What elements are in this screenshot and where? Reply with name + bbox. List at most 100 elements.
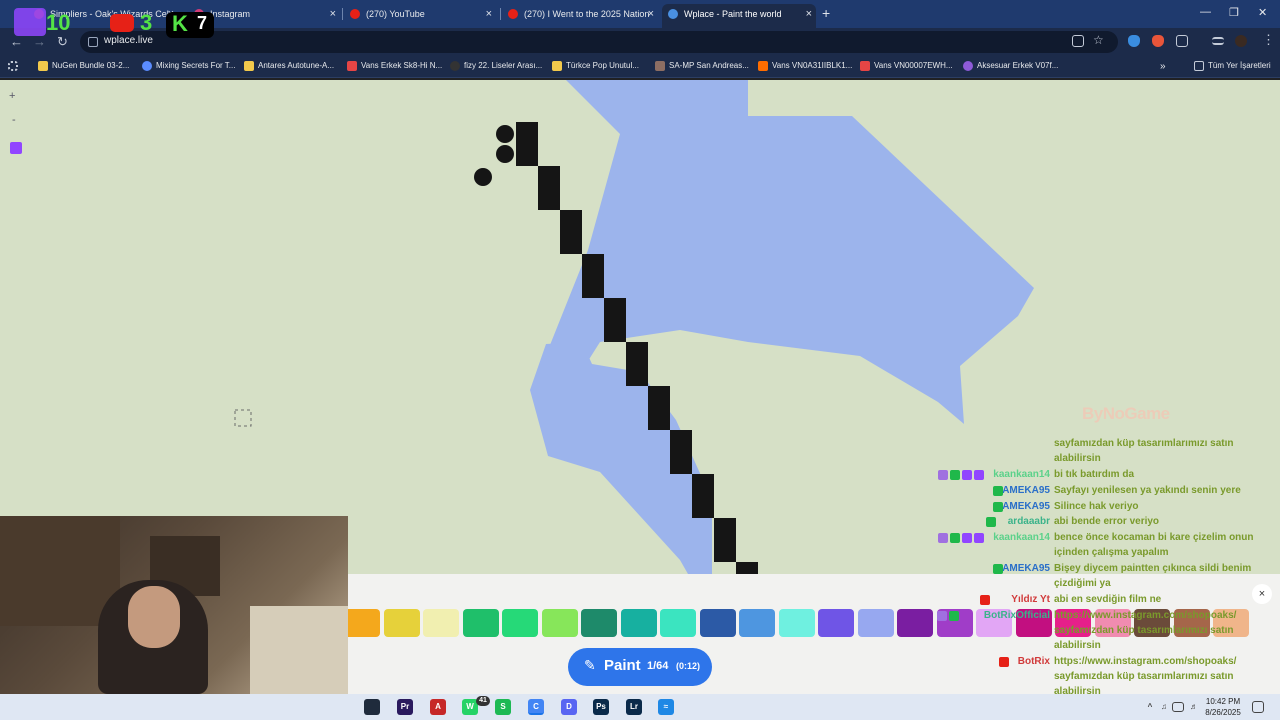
color-swatch[interactable] bbox=[620, 609, 657, 637]
forward-icon[interactable]: → bbox=[33, 34, 46, 49]
chat-username: Yıldız Yt bbox=[1011, 594, 1050, 605]
taskbar-app-icon[interactable]: Lr bbox=[626, 699, 642, 715]
brush-icon: ✎ bbox=[584, 657, 596, 673]
paint-label: Paint bbox=[604, 657, 641, 674]
bookmark-favicon-icon bbox=[655, 61, 665, 71]
bookmark-favicon-icon bbox=[142, 61, 152, 71]
twitch-icon[interactable] bbox=[10, 142, 22, 154]
all-bookmarks[interactable]: Tüm Yer İşaretleri bbox=[1194, 61, 1271, 71]
color-swatch[interactable] bbox=[581, 609, 617, 637]
bookmark-favicon-icon bbox=[552, 61, 562, 71]
chat-text: sayfamızdan küp tasarımlarımızı satın al… bbox=[1054, 438, 1234, 464]
chat-badge-icon bbox=[962, 470, 972, 480]
tab-favicon-icon bbox=[668, 9, 678, 19]
install-app-icon[interactable] bbox=[1072, 35, 1084, 47]
extensions-icon[interactable] bbox=[1176, 35, 1188, 47]
kick-viewer-count: 7 bbox=[197, 13, 208, 33]
apps-grid-icon[interactable] bbox=[8, 61, 18, 71]
clock-date: 8/26/2025 bbox=[1205, 708, 1241, 717]
tab-wplace[interactable]: Wplace - Paint the world × bbox=[662, 4, 816, 28]
bookmark-item[interactable]: Aksesuar Erkek V07f... bbox=[963, 61, 1059, 71]
taskbar: Pr A W S C D Ps Lr ≈ 41 ^ ♫ ♬ 10:42 PM 8/26/2025 bbox=[0, 694, 1280, 720]
color-swatch[interactable] bbox=[660, 609, 696, 637]
back-icon[interactable]: ← bbox=[10, 34, 23, 49]
color-swatch[interactable] bbox=[739, 609, 775, 637]
bookmark-item[interactable]: Vans Erkek Sk8-Hi N... bbox=[347, 61, 442, 71]
color-swatch[interactable] bbox=[344, 609, 380, 637]
chat-username: ardaaabr bbox=[1007, 516, 1050, 527]
task-view-icon[interactable] bbox=[364, 699, 380, 715]
chat-username: AMEKA95 bbox=[1002, 485, 1050, 496]
table bbox=[250, 606, 348, 694]
tab-close-icon[interactable]: × bbox=[648, 4, 654, 24]
tab-youtube-video[interactable]: (270) I Went to the 2025 Nation × bbox=[502, 4, 658, 28]
tab-favicon-icon bbox=[508, 9, 518, 19]
mic-icon[interactable]: ♫ bbox=[1156, 699, 1172, 715]
bookmark-item[interactable]: Vans VN00007EWH... bbox=[860, 61, 953, 71]
taskbar-app-icon[interactable]: Pr bbox=[397, 699, 413, 715]
window-close-icon[interactable]: ✕ bbox=[1258, 6, 1267, 19]
menu-dots-icon[interactable]: ⋮ bbox=[1262, 32, 1275, 48]
taskbar-app-icon[interactable]: Ps bbox=[593, 699, 609, 715]
bookmarks-overflow-icon[interactable]: » bbox=[1160, 61, 1166, 72]
profile-avatar[interactable] bbox=[1235, 35, 1247, 47]
clock-time: 10:42 PM bbox=[1205, 697, 1241, 706]
color-swatch[interactable] bbox=[778, 609, 815, 637]
tab-youtube[interactable]: (270) YouTube × bbox=[344, 4, 496, 28]
bookmark-item[interactable]: Vans VN0A31IIBLK1... bbox=[758, 61, 853, 71]
taskbar-app-icon[interactable]: ≈ bbox=[658, 699, 674, 715]
color-swatch[interactable] bbox=[818, 609, 854, 637]
chat-badge-icon bbox=[938, 533, 948, 543]
reading-list-icon[interactable] bbox=[1212, 37, 1224, 45]
tab-close-icon[interactable]: × bbox=[330, 4, 336, 24]
color-swatch[interactable] bbox=[423, 609, 459, 637]
chat-text: Bişey diycem paintten çıkınca sildi beni… bbox=[1054, 563, 1252, 589]
bookmark-item[interactable]: Türkce Pop Unutul... bbox=[552, 61, 639, 71]
chat-badge-icon bbox=[937, 611, 948, 621]
paint-button[interactable]: ✎ Paint 1/64 (0:12) bbox=[568, 648, 712, 686]
new-tab-button[interactable]: + bbox=[822, 5, 830, 21]
bookmark-star-icon[interactable]: ☆ bbox=[1093, 33, 1104, 47]
reload-icon[interactable]: ↻ bbox=[57, 34, 68, 50]
chat-badge-icon bbox=[992, 564, 1003, 574]
twitch-logo-icon bbox=[14, 8, 46, 36]
taskbar-app-icon[interactable]: A bbox=[430, 699, 446, 715]
zoom-out-button[interactable]: - bbox=[12, 114, 16, 126]
bookmark-item[interactable]: Mixing Secrets For T... bbox=[142, 61, 235, 71]
site-info-icon[interactable] bbox=[88, 37, 98, 47]
bookmark-label: Vans VN0A31IIBLK1... bbox=[772, 61, 853, 70]
brave-shield-icon[interactable] bbox=[1152, 35, 1164, 47]
zoom-in-button[interactable]: + bbox=[9, 90, 15, 102]
color-swatch[interactable] bbox=[383, 609, 420, 637]
taskbar-app-icon[interactable]: C bbox=[528, 699, 544, 715]
shield-extension-icon[interactable] bbox=[1128, 35, 1140, 47]
color-swatch[interactable] bbox=[699, 609, 736, 637]
restore-icon[interactable]: ❐ bbox=[1229, 6, 1239, 19]
chat-badge-icon bbox=[992, 502, 1003, 512]
tab-close-icon[interactable]: × bbox=[486, 4, 492, 24]
bookmark-item[interactable]: NuGen Bundle 03-2... bbox=[38, 61, 130, 71]
chat-text: bence önce kocaman bi kare çizelim onun … bbox=[1054, 532, 1254, 558]
bookmark-favicon-icon bbox=[860, 61, 870, 71]
tab-title: Wplace - Paint the world bbox=[684, 9, 782, 19]
taskbar-app-icon[interactable]: D bbox=[561, 699, 577, 715]
taskbar-app-icon[interactable]: S bbox=[495, 699, 511, 715]
bookmark-favicon-icon bbox=[758, 61, 768, 71]
address-bar[interactable]: wplace.live bbox=[80, 31, 1118, 53]
clock[interactable]: 10:42 PM 8/26/2025 bbox=[1198, 696, 1248, 718]
notifications-icon[interactable] bbox=[1252, 701, 1264, 713]
bookmark-label: NuGen Bundle 03-2... bbox=[52, 61, 130, 70]
color-swatch[interactable] bbox=[502, 609, 538, 637]
chat-text: abi en sevdiğin film ne bbox=[1054, 594, 1162, 605]
bookmark-item[interactable]: fizy 22. Liseler Arası... bbox=[450, 61, 542, 71]
monitor-icon[interactable] bbox=[1172, 702, 1184, 712]
color-swatch[interactable] bbox=[462, 609, 499, 637]
bookmark-item[interactable]: SA-MP San Andreas... bbox=[655, 61, 749, 71]
bookmark-item[interactable]: Antares Autotune-A... bbox=[244, 61, 334, 71]
minimize-icon[interactable]: — bbox=[1200, 6, 1211, 18]
color-swatch[interactable] bbox=[541, 609, 578, 637]
bookmark-label: Aksesuar Erkek V07f... bbox=[977, 61, 1059, 70]
color-swatch[interactable] bbox=[897, 609, 933, 637]
color-swatch[interactable] bbox=[857, 609, 894, 637]
tab-close-icon[interactable]: × bbox=[806, 4, 812, 24]
